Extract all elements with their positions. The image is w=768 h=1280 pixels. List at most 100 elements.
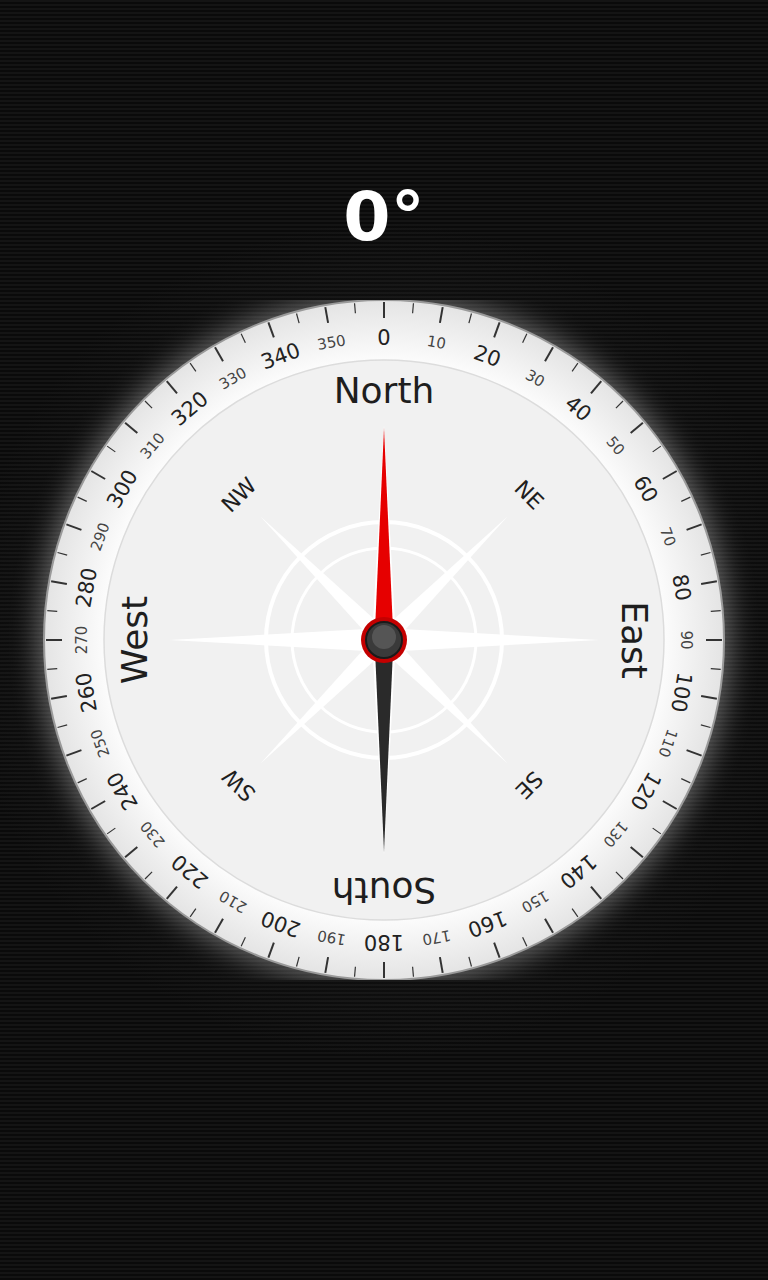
tick: [66, 750, 81, 755]
tick: [383, 302, 385, 318]
tick: [215, 919, 223, 933]
degree-label: 210: [216, 887, 250, 917]
tick: [107, 446, 115, 452]
degree-label: 270: [73, 626, 91, 655]
tick: [51, 581, 67, 584]
tick: [383, 962, 385, 978]
tick: [591, 887, 601, 899]
bezel: [44, 300, 724, 980]
tick: [523, 937, 527, 946]
degree-label: 30: [522, 366, 548, 391]
degree-label: 340: [258, 338, 304, 374]
tick: [46, 639, 62, 641]
tick: [711, 668, 721, 670]
degree-label: 350: [316, 331, 347, 354]
degree-label: 180: [364, 930, 404, 954]
tick: [145, 872, 152, 879]
tick: [681, 779, 690, 783]
tick: [167, 887, 177, 899]
tick: [268, 322, 273, 337]
degree-label: 150: [518, 887, 552, 917]
tick: [711, 610, 721, 612]
tick: [440, 957, 443, 973]
degree-label: 50: [602, 433, 628, 459]
tick: [325, 957, 328, 973]
tick: [78, 497, 87, 501]
needle: [361, 428, 407, 852]
tick: [681, 497, 690, 501]
tick: [631, 423, 643, 433]
tick: [241, 937, 245, 946]
tick: [653, 446, 661, 452]
cardinal-label: South: [332, 870, 437, 911]
degree-label: 260: [71, 671, 102, 715]
degree-label: 80: [667, 572, 695, 602]
needle-south: [375, 650, 393, 852]
degree-label: 280: [71, 566, 102, 610]
tick: [572, 909, 578, 917]
degree-label: 120: [625, 768, 666, 815]
degree-label: 170: [421, 926, 452, 949]
degree-label: 190: [316, 926, 347, 949]
tick: [190, 909, 196, 917]
tick: [125, 423, 137, 433]
tick: [545, 347, 553, 361]
glow: [38, 300, 730, 980]
cardinal-label: West: [114, 596, 155, 685]
intercardinal-label: NW: [217, 473, 262, 518]
needle-ring: [361, 617, 407, 663]
degree-label: 100: [666, 671, 697, 715]
tick: [701, 696, 717, 699]
tick: [631, 847, 643, 857]
tick: [241, 334, 245, 343]
tick: [58, 553, 68, 556]
tick: [701, 725, 711, 728]
tick: [297, 957, 300, 967]
tick: [572, 363, 578, 371]
degree-label: 250: [87, 727, 114, 760]
intercardinal-label: SW: [217, 763, 260, 806]
compass-dial: 0102030405060708090100110120130140150160…: [0, 300, 768, 980]
degree-label: 160: [464, 906, 510, 942]
tick: [663, 801, 677, 809]
needle-north: [375, 428, 393, 630]
needle-cap-highlight: [372, 625, 396, 649]
tick: [653, 828, 661, 834]
tick: [706, 639, 722, 641]
tick: [51, 696, 67, 699]
tick: [663, 471, 677, 479]
degree-label: 330: [216, 364, 250, 394]
compass-face: [104, 360, 664, 920]
tick: [354, 967, 356, 977]
intercardinal-label: NE: [509, 475, 548, 514]
tick: [545, 919, 553, 933]
tick: [107, 828, 115, 834]
degree-label: 110: [654, 727, 681, 760]
heading-readout: 0°: [343, 172, 424, 300]
tick: [701, 581, 717, 584]
tick: [215, 347, 223, 361]
tick: [440, 307, 443, 323]
degree-label: 130: [599, 817, 631, 851]
tick: [354, 303, 356, 313]
cardinal-label: North: [334, 370, 435, 411]
tick: [687, 524, 702, 529]
cardinal-label: East: [614, 601, 655, 679]
tick: [91, 471, 105, 479]
tick: [523, 334, 527, 343]
tick: [268, 943, 273, 958]
tick: [47, 610, 57, 612]
tick: [469, 314, 472, 324]
tick: [66, 524, 81, 529]
degree-label: 310: [137, 429, 169, 463]
heading-block: 0°: [343, 0, 424, 300]
needle-cap: [366, 622, 402, 658]
tick: [494, 322, 499, 337]
tick: [616, 872, 623, 879]
tick: [412, 303, 414, 313]
tick: [701, 553, 711, 556]
tick: [125, 847, 137, 857]
intercardinal-label: SE: [510, 766, 547, 803]
tick: [412, 967, 414, 977]
degree-label: 200: [258, 906, 304, 942]
